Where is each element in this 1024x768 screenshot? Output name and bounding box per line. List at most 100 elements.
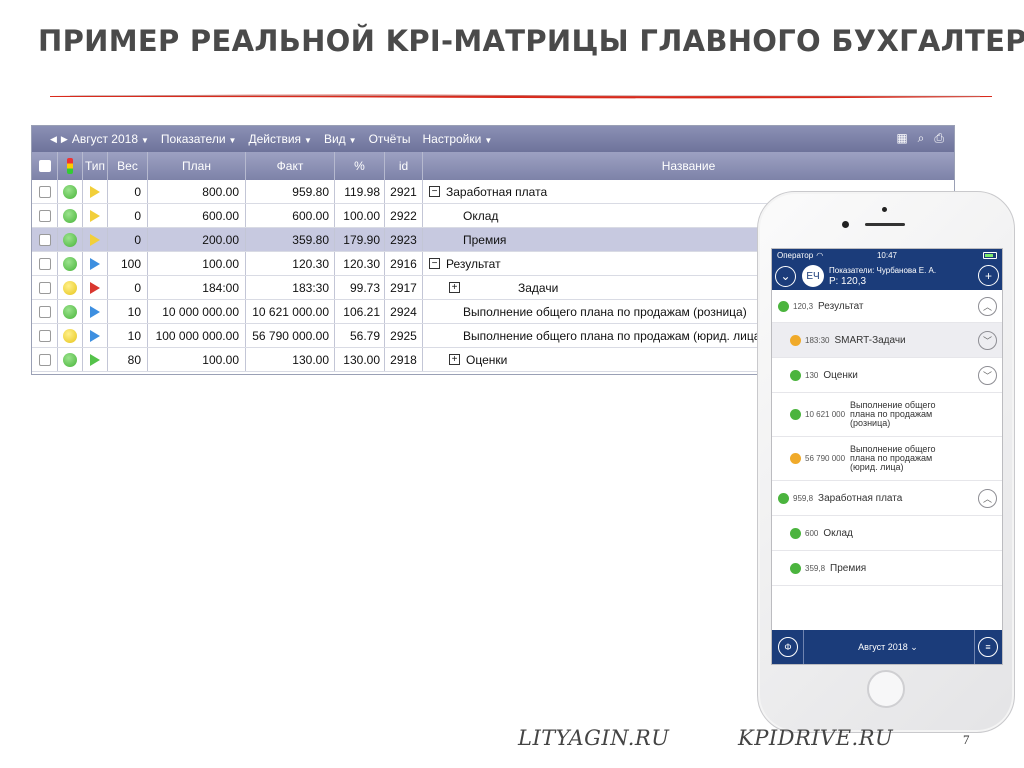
camera-icon <box>882 207 887 212</box>
cell-name-label: Задачи <box>518 280 559 295</box>
chevron-up-icon[interactable]: ︿ <box>978 488 997 508</box>
item-value: 359,8 <box>805 563 826 573</box>
expand-icon[interactable]: + <box>449 354 460 365</box>
chevron-up-icon[interactable]: ︿ <box>978 296 997 316</box>
print-icon[interactable]: ⎙ <box>934 131 944 146</box>
header-owner: Показатели: Чурбанова Е. А. <box>829 266 937 275</box>
type-flag-icon <box>83 228 108 251</box>
page-number: 7 <box>963 732 970 747</box>
cell-percent: 179.90 <box>335 228 385 251</box>
cell-weight: 100 <box>108 252 148 275</box>
chevron-down-icon[interactable]: ﹀ <box>978 330 997 350</box>
row-checkbox[interactable] <box>32 324 58 347</box>
item-value: 600 <box>805 528 819 538</box>
row-checkbox[interactable] <box>32 180 58 203</box>
cell-id: 2918 <box>385 348 423 371</box>
cell-plan: 100.00 <box>148 252 246 275</box>
phone-screen: Оператор ◠ 10:47 ⌄ ЕЧ Показатели: Чурбан… <box>771 248 1003 665</box>
collapse-icon[interactable]: − <box>429 258 440 269</box>
add-icon[interactable]: + <box>978 265 999 286</box>
status-dot-icon <box>778 300 789 312</box>
cell-plan: 600.00 <box>148 204 246 227</box>
grid-icon[interactable]: ▦ <box>896 131 907 146</box>
chevron-down-icon[interactable]: ﹀ <box>978 365 997 385</box>
col-fact[interactable]: Факт <box>246 152 335 180</box>
list-item[interactable]: 56 790 000 Выполнение общего плана по про… <box>772 437 1002 481</box>
status-dot-icon <box>790 562 801 574</box>
row-checkbox[interactable] <box>32 300 58 323</box>
row-checkbox[interactable] <box>32 228 58 251</box>
status-dot-icon <box>790 453 801 464</box>
header-result: Р: 120,3 <box>829 276 867 287</box>
sensor-icon <box>842 221 849 228</box>
menu-view[interactable]: Вид ▼ <box>324 132 357 146</box>
search-icon[interactable]: ⌕ <box>918 131 925 146</box>
menu-indicators[interactable]: Показатели ▼ <box>161 132 237 146</box>
cell-weight: 0 <box>108 228 148 251</box>
red-brush-divider <box>50 94 992 99</box>
list-item[interactable]: 600 Оклад <box>772 516 1002 551</box>
col-plan[interactable]: План <box>148 152 246 180</box>
cell-id: 2924 <box>385 300 423 323</box>
cell-weight: 10 <box>108 324 148 347</box>
row-checkbox[interactable] <box>32 252 58 275</box>
col-name[interactable]: Название <box>423 152 954 180</box>
col-id[interactable]: id <box>385 152 423 180</box>
menu-settings[interactable]: Настройки ▼ <box>422 132 492 146</box>
item-label: SMART-Задачи <box>834 334 906 346</box>
collapse-icon[interactable]: − <box>429 186 440 197</box>
next-arrow-icon[interactable]: ▶ <box>61 134 68 145</box>
cell-fact: 959.80 <box>246 180 335 203</box>
status-dot-icon <box>790 369 801 381</box>
footer-site-1[interactable]: LITYAGIN.RU <box>518 726 669 750</box>
col-weight[interactable]: Вес <box>108 152 148 180</box>
table-toolbar: ◀ ▶ Август 2018 ▼ Показатели ▼ Действия ▼ В… <box>32 126 954 152</box>
cell-percent: 100.00 <box>335 204 385 227</box>
cell-fact: 10 621 000.00 <box>246 300 335 323</box>
list-item[interactable]: 183:30 SMART-Задачи ﹀ <box>772 323 1002 358</box>
list-item[interactable]: 120,3 Результат ︿ <box>772 290 1002 323</box>
list-item[interactable]: 959,8 Заработная плата ︿ <box>772 481 1002 516</box>
row-checkbox[interactable] <box>32 276 58 299</box>
menu-actions[interactable]: Действия ▼ <box>248 132 312 146</box>
cell-plan: 10 000 000.00 <box>148 300 246 323</box>
cell-id: 2922 <box>385 204 423 227</box>
chevron-down-icon[interactable]: ⌄ <box>775 265 796 287</box>
expand-icon[interactable]: + <box>449 282 460 293</box>
col-percent[interactable]: % <box>335 152 385 180</box>
cell-fact: 130.00 <box>246 348 335 371</box>
menu-reports[interactable]: Отчёты <box>369 132 411 146</box>
menu-icon[interactable]: ≡ <box>978 637 998 657</box>
cell-plan: 100.00 <box>148 348 246 371</box>
period-dropdown[interactable]: Август 2018 ▼ <box>72 132 149 146</box>
list-item[interactable]: 359,8 Премия <box>772 551 1002 586</box>
month-selector[interactable]: Август 2018 ⌄ <box>772 642 1002 653</box>
prev-arrow-icon[interactable]: ◀ <box>50 134 57 145</box>
status-dot-icon <box>58 276 83 299</box>
item-value: 56 790 000 <box>805 454 846 463</box>
cell-weight: 0 <box>108 276 148 299</box>
item-label: Оценки <box>823 369 858 381</box>
type-flag-icon <box>83 204 108 227</box>
col-type[interactable]: Тип <box>83 152 108 180</box>
select-all-checkbox[interactable] <box>32 152 58 180</box>
list-item[interactable]: 10 621 000 Выполнение общего плана по про… <box>772 393 1002 437</box>
phone-mockup: Оператор ◠ 10:47 ⌄ ЕЧ Показатели: Чурбан… <box>757 191 1015 733</box>
cell-fact: 183:30 <box>246 276 335 299</box>
status-dot-icon <box>58 180 83 203</box>
status-dot-icon <box>790 409 801 420</box>
type-flag-icon <box>83 300 108 323</box>
row-checkbox[interactable] <box>32 348 58 371</box>
home-button[interactable] <box>867 670 905 708</box>
cell-name-label: Оценки <box>466 352 508 367</box>
status-dot-icon <box>58 228 83 251</box>
footer-site-2[interactable]: KPIDRIVE.RU <box>738 726 893 750</box>
item-value: 10 621 000 <box>805 410 846 419</box>
item-value: 130 <box>805 370 819 380</box>
type-flag-icon <box>83 324 108 347</box>
row-checkbox[interactable] <box>32 204 58 227</box>
cell-fact: 120.30 <box>246 252 335 275</box>
avatar[interactable]: ЕЧ <box>802 265 824 287</box>
item-label: Заработная плата <box>818 492 903 504</box>
list-item[interactable]: 130 Оценки ﹀ <box>772 358 1002 393</box>
